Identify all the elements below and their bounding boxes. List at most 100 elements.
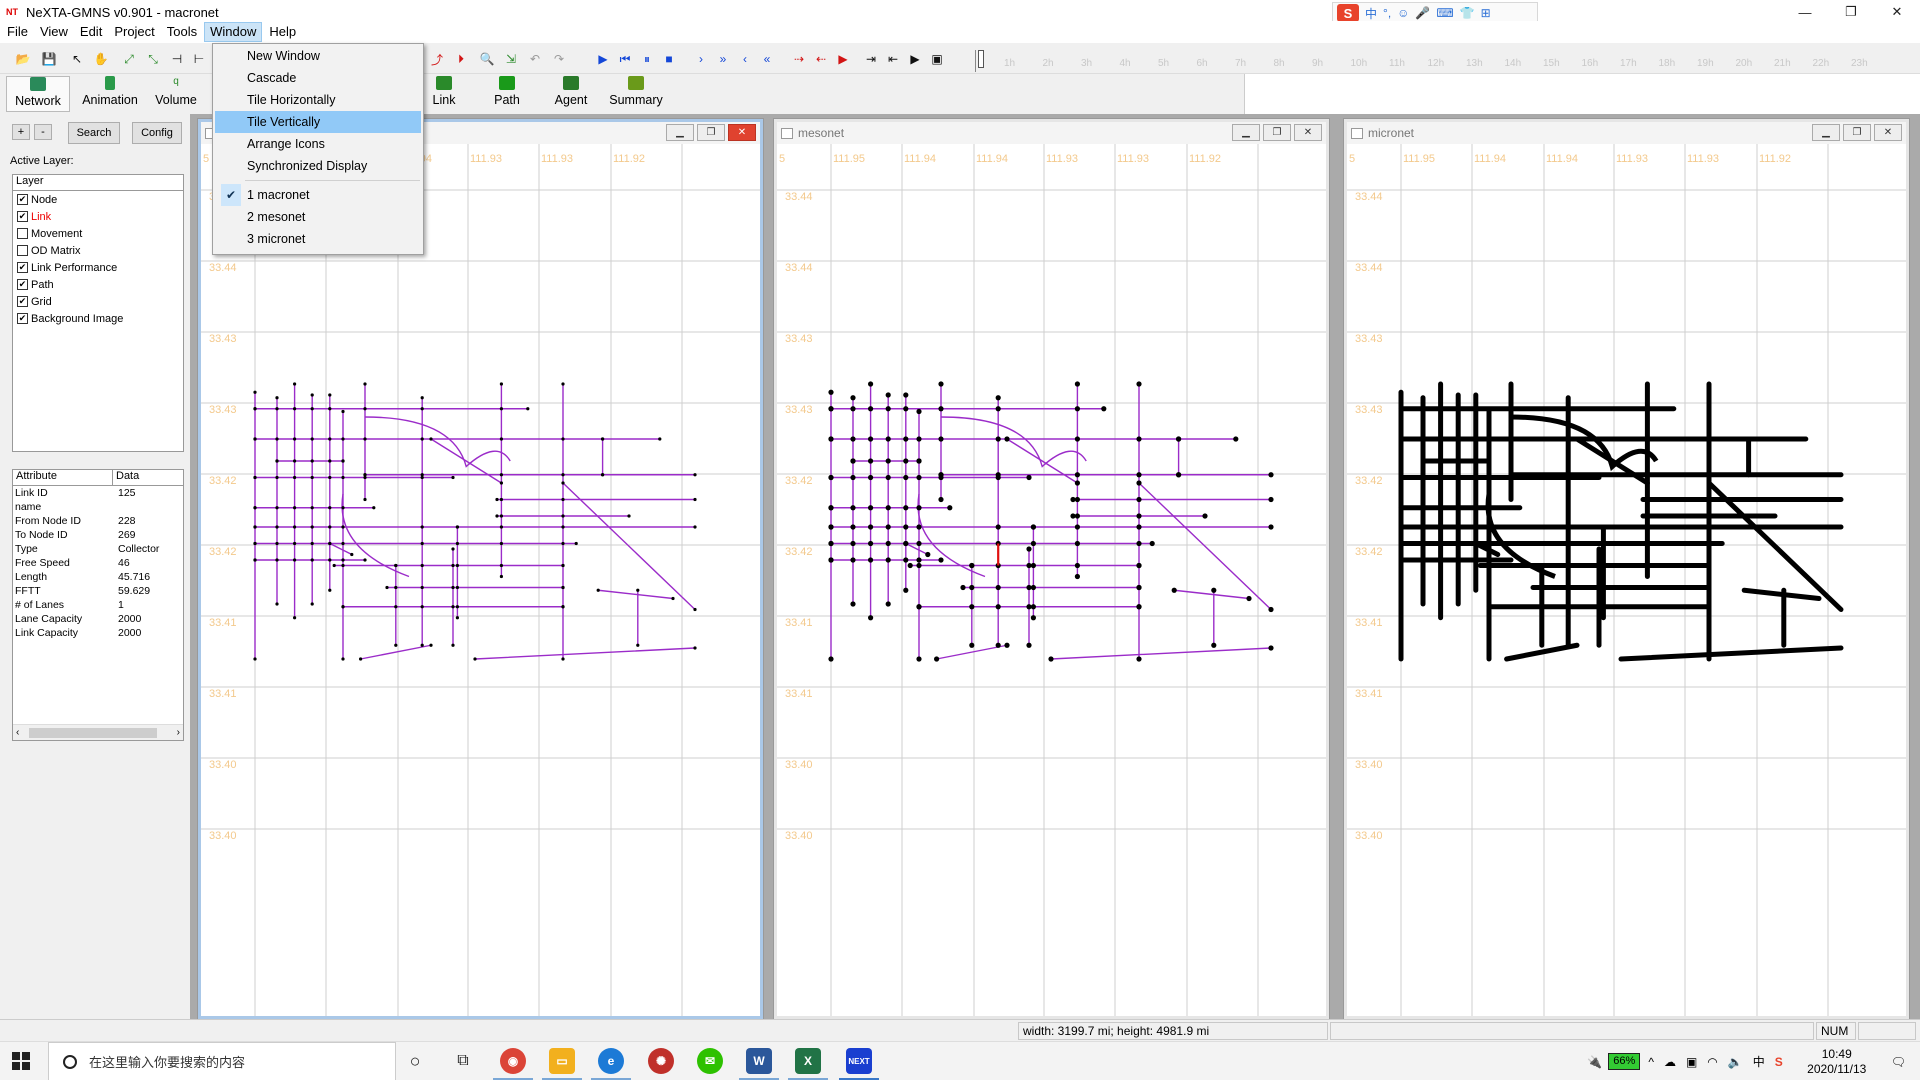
mode-link-button[interactable]: Link bbox=[425, 76, 463, 112]
record-icon[interactable]: ▣ bbox=[928, 50, 946, 68]
save-icon[interactable]: 💾 bbox=[40, 50, 58, 68]
taskbar-search-box[interactable]: 在这里输入你要搜索的内容 bbox=[48, 1042, 396, 1080]
menu-help[interactable]: Help bbox=[264, 22, 301, 42]
display-icon[interactable]: ▣ bbox=[1686, 1055, 1697, 1069]
layer-checkbox[interactable]: ✔ bbox=[17, 296, 28, 307]
layer-item-path[interactable]: ✔ Path bbox=[13, 276, 183, 293]
mode-animation-button[interactable]: Animation bbox=[76, 76, 144, 112]
layer-checkbox[interactable]: ✔ bbox=[17, 279, 28, 290]
restore-icon[interactable]: ❐ bbox=[1263, 124, 1291, 141]
file-explorer-icon[interactable]: ▭ bbox=[549, 1048, 575, 1074]
pause-icon[interactable]: ⏸ bbox=[638, 50, 656, 68]
wechat-icon[interactable]: ✉ bbox=[697, 1048, 723, 1074]
network-map[interactable]: 5111.95111.94111.94111.93111.93111.9233.… bbox=[1347, 144, 1906, 1016]
edge-icon[interactable]: e bbox=[598, 1048, 624, 1074]
ime-toolbox-icon[interactable]: ⊞ bbox=[1481, 6, 1491, 20]
notification-icon[interactable]: 🗨 bbox=[1891, 1055, 1906, 1069]
node-merge-icon[interactable]: ⊢ bbox=[190, 50, 208, 68]
windows-start-icon[interactable] bbox=[12, 1052, 30, 1070]
attribute-scrollbar[interactable]: ‹ › bbox=[13, 724, 183, 740]
redo-icon[interactable]: ↷ bbox=[550, 50, 568, 68]
menu-project[interactable]: Project bbox=[109, 22, 159, 42]
menu-item-tile-horizontally[interactable]: Tile Horizontally bbox=[215, 89, 421, 111]
play-icon[interactable]: ▶ bbox=[594, 50, 612, 68]
zoom-icon[interactable]: 🔍 bbox=[478, 50, 496, 68]
mesonet-window[interactable]: mesonet ▁ ❐ ✕ 5 111.95 111.94 111.94 111.93 1… bbox=[773, 118, 1330, 1020]
layer-checkbox[interactable] bbox=[17, 228, 28, 239]
jump-end-icon[interactable]: ⇥ bbox=[862, 50, 880, 68]
zoom-out-button[interactable]: - bbox=[34, 124, 52, 140]
black-play-icon[interactable]: ▶ bbox=[906, 50, 924, 68]
layer-checkbox[interactable]: ✔ bbox=[17, 194, 28, 205]
battery-indicator[interactable]: 66% bbox=[1608, 1053, 1641, 1070]
minimize-icon[interactable]: ▁ bbox=[666, 124, 694, 141]
micronet-titlebar[interactable]: micronet ▁ ❐ ✕ bbox=[1347, 122, 1906, 144]
ime-skin-icon[interactable]: 👕 bbox=[1460, 6, 1475, 20]
cortana-icon[interactable]: ○ bbox=[402, 1048, 428, 1074]
open-folder-icon[interactable]: 📂 bbox=[14, 50, 32, 68]
ime-emoji-icon[interactable]: ☺ bbox=[1397, 6, 1409, 20]
layer-checkbox[interactable]: ✔ bbox=[17, 211, 28, 222]
red-back-icon[interactable]: ⇠ bbox=[812, 50, 830, 68]
menu-item-tile-vertically[interactable]: Tile Vertically bbox=[215, 111, 421, 133]
node-split-icon[interactable]: ⊣ bbox=[168, 50, 186, 68]
menu-item-synchronized-display[interactable]: Synchronized Display bbox=[215, 155, 421, 177]
fast-forward-icon[interactable]: » bbox=[714, 50, 732, 68]
undo-icon[interactable]: ↶ bbox=[526, 50, 544, 68]
ime-tray-icon[interactable]: 中 bbox=[1753, 1053, 1765, 1070]
close-icon[interactable]: ✕ bbox=[1294, 124, 1322, 141]
mesonet-titlebar[interactable]: mesonet ▁ ❐ ✕ bbox=[777, 122, 1326, 144]
ime-chinese-icon[interactable]: 中 bbox=[1365, 5, 1377, 22]
minimize-icon[interactable]: ▁ bbox=[1232, 124, 1260, 141]
fit-window-icon[interactable]: ⇲ bbox=[502, 50, 520, 68]
menu-tools[interactable]: Tools bbox=[162, 22, 202, 42]
layer-item-node[interactable]: ✔ Node bbox=[13, 191, 183, 208]
mode-network-button[interactable]: Network bbox=[6, 76, 70, 112]
app-bug-icon[interactable]: ✺ bbox=[648, 1048, 674, 1074]
red-play-icon[interactable]: ▶ bbox=[834, 50, 852, 68]
select-arrow-icon[interactable]: ↖ bbox=[68, 50, 86, 68]
create-two-way-link-icon[interactable]: ⤡ bbox=[144, 50, 162, 68]
rewind-icon[interactable]: ⏮ bbox=[616, 50, 634, 68]
layer-checkbox[interactable]: ✔ bbox=[17, 262, 28, 273]
layer-item-background-image[interactable]: ✔ Background Image bbox=[13, 310, 183, 327]
config-button[interactable]: Config bbox=[132, 122, 182, 144]
mode-agent-button[interactable]: Agent bbox=[551, 76, 591, 112]
close-icon[interactable]: ✕ bbox=[1874, 124, 1902, 141]
timeline-slider[interactable]: 1h 2h 3h 4h 5h 6h 7h 8h 9h 10h 11h 12h 13h 14h 15h 16h 1… bbox=[975, 50, 1915, 72]
menu-item-window-3[interactable]: 3 micronet bbox=[215, 228, 421, 250]
nexta-icon[interactable]: NEXT bbox=[846, 1048, 872, 1074]
network-map[interactable]: 5111.95111.94111.94111.93111.93111.9233.… bbox=[777, 144, 1326, 1016]
layer-item-grid[interactable]: ✔ Grid bbox=[13, 293, 183, 310]
menu-file[interactable]: File bbox=[2, 22, 33, 42]
plug-icon[interactable]: 🔌 bbox=[1587, 1055, 1602, 1069]
menu-item-cascade[interactable]: Cascade bbox=[215, 67, 421, 89]
timeline-thumb[interactable] bbox=[978, 50, 984, 68]
pan-hand-icon[interactable]: ✋ bbox=[92, 50, 110, 68]
network-map[interactable]: 5111.95111.94111.94111.93111.93111.9233.… bbox=[201, 144, 760, 1016]
sogou-logo-icon[interactable]: S bbox=[1337, 4, 1359, 22]
stop-icon[interactable]: ■ bbox=[660, 50, 678, 68]
menu-edit[interactable]: Edit bbox=[75, 22, 107, 42]
menu-view[interactable]: View bbox=[35, 22, 73, 42]
layer-checkbox[interactable] bbox=[17, 245, 28, 256]
menu-item-window-1[interactable]: ✔ 1 macronet bbox=[215, 184, 421, 206]
chrome-icon[interactable]: ◉ bbox=[500, 1048, 526, 1074]
volume-icon[interactable]: 🔈 bbox=[1728, 1055, 1743, 1069]
close-icon[interactable]: ✕ bbox=[728, 124, 756, 141]
layer-item-movement[interactable]: Movement bbox=[13, 225, 183, 242]
mode-summary-button[interactable]: Summary bbox=[606, 76, 666, 112]
task-view-icon[interactable]: ⧉ bbox=[450, 1048, 476, 1074]
zoom-in-button[interactable]: + bbox=[12, 124, 30, 140]
word-icon[interactable]: W bbox=[746, 1048, 772, 1074]
menu-item-window-2[interactable]: 2 mesonet bbox=[215, 206, 421, 228]
search-button[interactable]: Search bbox=[68, 122, 120, 144]
scroll-left-icon[interactable]: ‹ bbox=[16, 727, 19, 738]
clock[interactable]: 10:49 2020/11/13 bbox=[1793, 1047, 1881, 1077]
minimize-icon[interactable]: ▁ bbox=[1812, 124, 1840, 141]
menu-window[interactable]: Window bbox=[204, 22, 263, 42]
ime-punct-icon[interactable]: °, bbox=[1383, 6, 1391, 20]
show-hidden-icon[interactable]: ^ bbox=[1648, 1055, 1654, 1069]
layer-item-link-performance[interactable]: ✔ Link Performance bbox=[13, 259, 183, 276]
menu-item-arrange-icons[interactable]: Arrange Icons bbox=[215, 133, 421, 155]
